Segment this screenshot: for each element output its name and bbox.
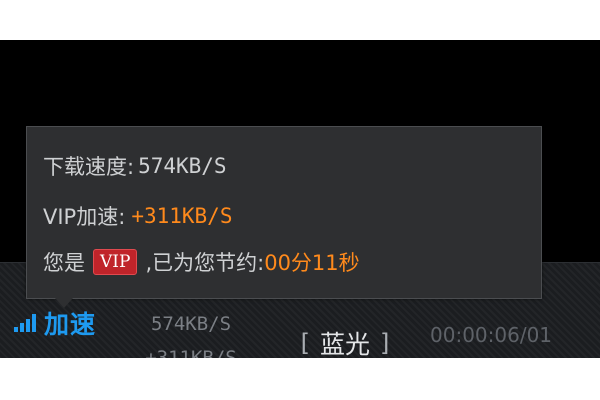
vip-accel-label: VIP加速: — [43, 205, 126, 229]
download-speed-row: 下载速度: 574KB/S — [43, 151, 227, 181]
video-player: 加速 574KB/S +311KB/S [ 蓝光 ] 00:00:06/01 下… — [0, 40, 600, 358]
tooltip-arrow — [55, 298, 73, 308]
boost-speed-text: +311KB/S — [145, 347, 237, 358]
speed-info: 574KB/S +311KB/S — [126, 307, 256, 358]
base-speed-text: 574KB/S — [150, 313, 232, 335]
download-speed-label: 下载速度: — [43, 155, 135, 179]
time-saved-label: ,已为您节约: — [145, 251, 265, 275]
quality-label: 蓝光 — [319, 330, 370, 358]
quality-bracket-right: ] — [380, 329, 390, 357]
acceleration-tooltip: 下载速度: 574KB/S VIP加速: +311KB/S 您是 VIP ,已为… — [26, 126, 542, 299]
time-saved-row: 您是 VIP ,已为您节约: 00分11秒 — [43, 247, 360, 277]
download-speed-value: 574KB/S — [138, 154, 227, 178]
time-display: 00:00:06/01 — [430, 323, 553, 347]
accelerate-label: 加速 — [44, 310, 97, 339]
time-saved-value: 00分11秒 — [264, 251, 360, 275]
you-are-label: 您是 — [43, 251, 85, 275]
quality-button[interactable]: [ 蓝光 ] — [286, 325, 404, 358]
quality-bracket-left: [ — [300, 329, 310, 357]
signal-bars-icon — [14, 314, 36, 332]
vip-accel-value: +311KB/S — [131, 204, 233, 228]
vip-badge: VIP — [93, 249, 138, 275]
vip-accel-row: VIP加速: +311KB/S — [43, 201, 232, 231]
accelerate-button[interactable]: 加速 — [14, 306, 96, 340]
